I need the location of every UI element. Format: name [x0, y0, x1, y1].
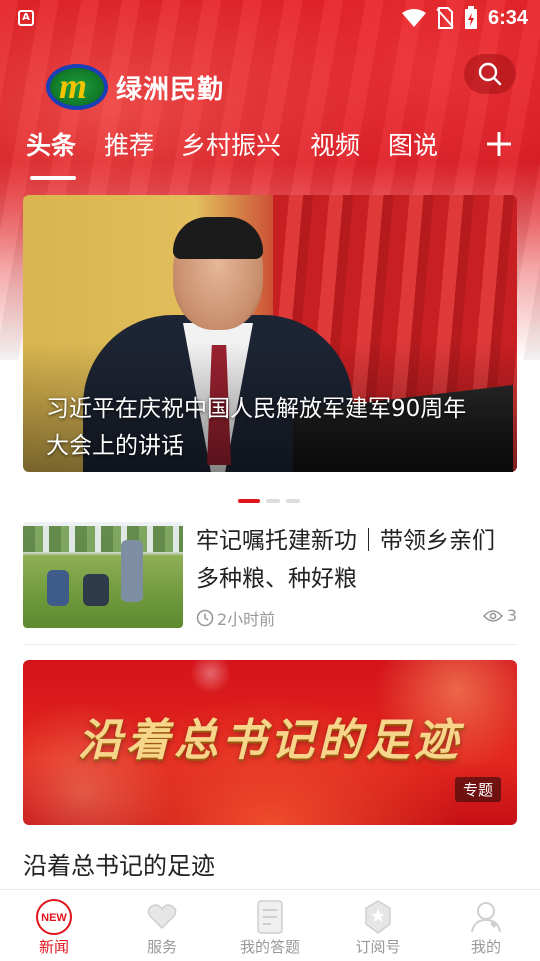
tabbar-label-news: 新闻: [38, 938, 69, 956]
plus-icon: [487, 132, 511, 156]
news-thumbnail: [23, 522, 183, 628]
status-indicators: 6:34: [401, 6, 528, 30]
battery-icon: [464, 6, 477, 29]
add-channel-button[interactable]: [484, 124, 514, 164]
topic-banner[interactable]: 沿着总书记的足迹 专题: [23, 660, 517, 825]
tabbar-label-subscription: 订阅号: [355, 938, 401, 956]
app-logo: 绿洲民勤: [46, 64, 224, 110]
logo-emblem-icon: [46, 64, 108, 110]
thumbnail-trees: [23, 526, 183, 552]
tab-pictures[interactable]: 图说: [388, 126, 438, 162]
svg-text:NEW: NEW: [41, 912, 67, 924]
carousel-dot: [266, 499, 280, 503]
channel-tabs: 头条 推荐 乡村振兴 视频 图说: [26, 126, 466, 186]
thumbnail-person: [83, 574, 109, 606]
carousel-dot: [286, 499, 300, 503]
no-sim-icon: [436, 7, 454, 29]
carousel-indicator: [238, 499, 300, 503]
clock-icon: [196, 609, 214, 627]
app-notification-icon: A: [18, 10, 34, 26]
search-icon: [478, 62, 502, 86]
news-icon: NEW: [35, 898, 73, 936]
subscription-icon: [359, 898, 397, 936]
bottom-tab-bar: NEW 新闻 服务 我的答题 订阅号 我的: [0, 889, 540, 961]
news-title: 牢记嘱托建新功｜带领乡亲们多种粮、种好粮: [196, 528, 495, 592]
news-view-count: 3: [482, 606, 517, 625]
tab-video[interactable]: 视频: [310, 126, 360, 162]
news-time-text: 2小时前: [217, 610, 276, 629]
topic-badge: 专题: [455, 777, 502, 802]
profile-icon: [467, 898, 505, 936]
list-divider: [23, 644, 517, 645]
hero-caption: 习近平在庆祝中国人民解放军建军90周年大会上的讲话: [46, 396, 467, 459]
topic-caption[interactable]: 沿着总书记的足迹: [23, 846, 215, 881]
hero-carousel-slide[interactable]: 习近平在庆祝中国人民解放军建军90周年大会上的讲话: [23, 195, 517, 472]
carousel-dot-active: [238, 499, 260, 503]
news-timestamp: 2小时前: [196, 606, 275, 630]
wifi-icon: [401, 9, 426, 27]
tabbar-label-profile: 我的: [470, 938, 501, 956]
tabbar-item-news[interactable]: NEW 新闻: [0, 890, 108, 961]
speaker-hair: [173, 217, 263, 259]
tabbar-label-service: 服务: [146, 938, 177, 956]
tabbar-label-quiz: 我的答题: [239, 938, 300, 956]
news-views-text: 3: [506, 606, 517, 625]
tabbar-item-quiz[interactable]: 我的答题: [216, 890, 324, 961]
service-icon: [143, 898, 181, 936]
status-bar: A 6:34: [0, 0, 540, 36]
quiz-icon: [251, 898, 289, 936]
topic-banner-title: 沿着总书记的足迹: [78, 715, 462, 766]
news-list-item[interactable]: 牢记嘱托建新功｜带领乡亲们多种粮、种好粮 2小时前 3: [23, 522, 517, 630]
active-tab-indicator: [30, 176, 76, 180]
tab-rural-revitalization[interactable]: 乡村振兴: [181, 126, 281, 162]
tab-recommended[interactable]: 推荐: [104, 126, 154, 162]
tab-headlines[interactable]: 头条: [26, 126, 76, 162]
search-button[interactable]: [464, 54, 516, 94]
status-time: 6:34: [487, 6, 528, 29]
thumbnail-person: [121, 540, 143, 602]
tabbar-item-subscription[interactable]: 订阅号: [324, 890, 432, 961]
thumbnail-person: [47, 570, 69, 606]
eye-icon: [482, 609, 503, 622]
tabbar-item-profile[interactable]: 我的: [432, 890, 540, 961]
tabbar-item-service[interactable]: 服务: [108, 890, 216, 961]
logo-text: 绿洲民勤: [116, 74, 225, 105]
